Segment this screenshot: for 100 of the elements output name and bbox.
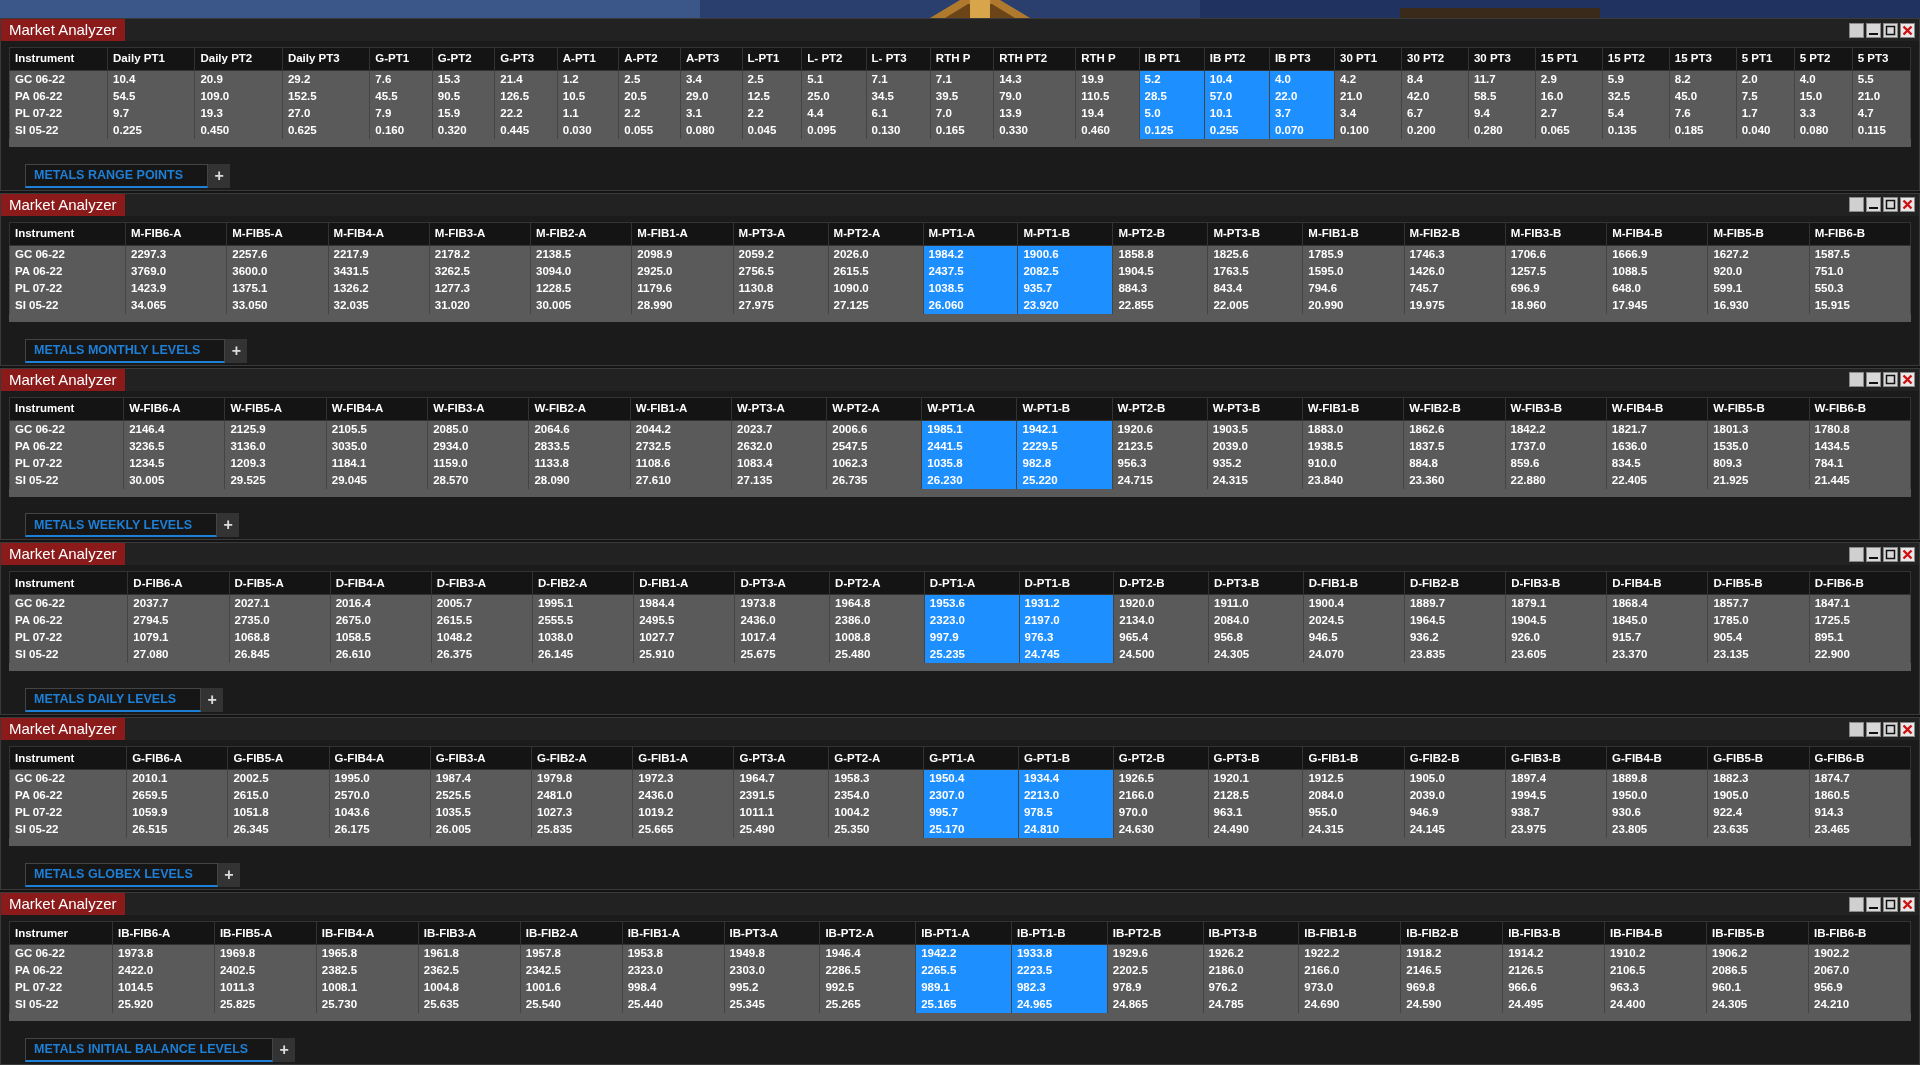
sheet-tab[interactable]: METALS GLOBEX LEVELS <box>25 863 218 888</box>
table-cell: 1801.3 <box>1707 420 1809 438</box>
table-cell: 1746.3 <box>1404 245 1506 263</box>
table-cell: 1083.4 <box>731 454 827 472</box>
table-cell: 1905.0 <box>1707 787 1810 805</box>
minimize-icon[interactable] <box>1866 896 1881 912</box>
table-cell: 1922.2 <box>1298 944 1401 963</box>
instrument-cell: SI 05-22 <box>9 646 128 664</box>
close-icon[interactable] <box>1900 896 1915 912</box>
maximize-icon[interactable] <box>1883 896 1898 912</box>
add-tab-button[interactable]: + <box>217 863 240 888</box>
table-cell: 1904.5 <box>1112 262 1208 280</box>
table-cell: 21.925 <box>1707 471 1809 489</box>
instrument-cell: SI 05-22 <box>9 296 126 314</box>
table-cell: 25.910 <box>633 646 735 664</box>
window-icon[interactable] <box>1849 197 1864 213</box>
window-icon[interactable] <box>1849 896 1864 912</box>
minimize-icon[interactable] <box>1866 22 1881 38</box>
table-cell: 25.675 <box>734 646 830 664</box>
column-header: G-FIB4-B <box>1606 746 1708 770</box>
column-header: W-PT3-B <box>1207 397 1303 421</box>
add-tab-button[interactable]: + <box>217 513 240 538</box>
table-cell: 2925.0 <box>631 262 734 280</box>
table-cell: 27.975 <box>733 296 829 314</box>
table-cell: 809.3 <box>1707 454 1809 472</box>
sheet-tab[interactable]: METALS WEEKLY LEVELS <box>25 513 218 538</box>
table-cell: 24.965 <box>1011 996 1108 1014</box>
column-header: D-FIB3-B <box>1505 572 1607 595</box>
minimize-icon[interactable] <box>1866 197 1881 213</box>
table-cell: 24.315 <box>1207 471 1303 489</box>
instrument-cell: PL 07-22 <box>9 979 113 997</box>
table-cell: 1088.5 <box>1606 262 1708 280</box>
table-cell: 960.1 <box>1706 979 1809 997</box>
column-header: G-PT1 <box>369 47 433 71</box>
table-cell: 25.345 <box>724 996 820 1014</box>
column-header: M-FIB2-A <box>530 222 632 246</box>
table-cell: 2146.5 <box>1400 962 1503 980</box>
add-tab-button[interactable]: + <box>208 163 231 188</box>
instrument-cell: GC 06-22 <box>9 245 126 263</box>
column-header: RTH PT2 <box>993 47 1076 71</box>
add-tab-button[interactable]: + <box>225 338 248 363</box>
maximize-icon[interactable] <box>1883 721 1898 737</box>
minimize-icon[interactable] <box>1866 547 1881 562</box>
table-cell: 995.7 <box>923 804 1019 822</box>
close-icon[interactable] <box>1900 721 1915 737</box>
table-cell: 26.845 <box>229 646 331 664</box>
table-cell: 0.070 <box>1269 122 1335 139</box>
sheet-tab[interactable]: METALS INITIAL BALANCE LEVELS <box>25 1037 274 1062</box>
maximize-icon[interactable] <box>1883 547 1898 562</box>
window-icon[interactable] <box>1849 372 1864 388</box>
maximize-icon[interactable] <box>1883 197 1898 213</box>
table-cell: 1.7 <box>1736 105 1795 122</box>
table-cell: 23.370 <box>1606 646 1708 664</box>
table-cell: 28.990 <box>631 296 734 314</box>
column-header: W-FIB2-B <box>1403 397 1505 421</box>
table-cell: 1785.0 <box>1707 612 1810 630</box>
table-cell: 3035.0 <box>326 437 428 455</box>
table-cell: 24.810 <box>1018 821 1114 839</box>
table-cell: 1763.5 <box>1207 262 1303 280</box>
table-cell: 57.0 <box>1204 88 1270 105</box>
minimize-icon[interactable] <box>1866 721 1881 737</box>
close-icon[interactable] <box>1900 372 1915 388</box>
column-header: W-PT3-A <box>731 397 827 421</box>
column-header: D-FIB1-B <box>1303 572 1405 595</box>
instrument-cell: PA 06-22 <box>9 612 128 630</box>
minimize-icon[interactable] <box>1866 372 1881 388</box>
sheet-tab[interactable]: METALS MONTHLY LEVELS <box>25 338 226 363</box>
add-tab-button[interactable]: + <box>201 688 224 713</box>
close-icon[interactable] <box>1900 197 1915 213</box>
table-cell: 45.5 <box>369 88 433 105</box>
window-icon[interactable] <box>1849 721 1864 737</box>
table-cell: 27.135 <box>731 471 827 489</box>
instrument-cell: SI 05-22 <box>9 821 127 839</box>
close-icon[interactable] <box>1900 22 1915 38</box>
maximize-icon[interactable] <box>1883 22 1898 38</box>
table-cell: 10.4 <box>107 70 195 88</box>
column-header: Instrument <box>9 47 108 71</box>
table-cell: 25.170 <box>923 821 1019 839</box>
column-header: W-FIB3-B <box>1505 397 1607 421</box>
column-header: G-PT1-A <box>923 746 1019 770</box>
table-cell: 6.1 <box>866 105 931 122</box>
sheet-tab[interactable]: METALS RANGE POINTS <box>25 163 209 188</box>
table-cell: 4.0 <box>1794 70 1853 88</box>
table-cell: 3600.0 <box>226 262 329 280</box>
window-icon[interactable] <box>1849 22 1864 38</box>
table-cell: 8.4 <box>1401 70 1469 88</box>
table-cell: 21.445 <box>1809 471 1911 489</box>
table-cell: 2024.5 <box>1303 612 1405 630</box>
table-cell: 884.8 <box>1403 454 1505 472</box>
add-tab-button[interactable]: + <box>273 1037 296 1062</box>
table-cell: 997.9 <box>924 629 1020 647</box>
table-cell: 9.4 <box>1468 105 1536 122</box>
table-cell: 1972.3 <box>632 769 734 788</box>
table-cell: 24.210 <box>1808 996 1911 1014</box>
table-cell: 1017.4 <box>734 629 830 647</box>
table-cell: 1014.5 <box>112 979 215 997</box>
table-cell: 1882.3 <box>1707 769 1810 788</box>
sheet-tab[interactable]: METALS DAILY LEVELS <box>25 688 202 713</box>
table-cell: 1179.6 <box>631 279 734 297</box>
maximize-icon[interactable] <box>1883 372 1898 388</box>
